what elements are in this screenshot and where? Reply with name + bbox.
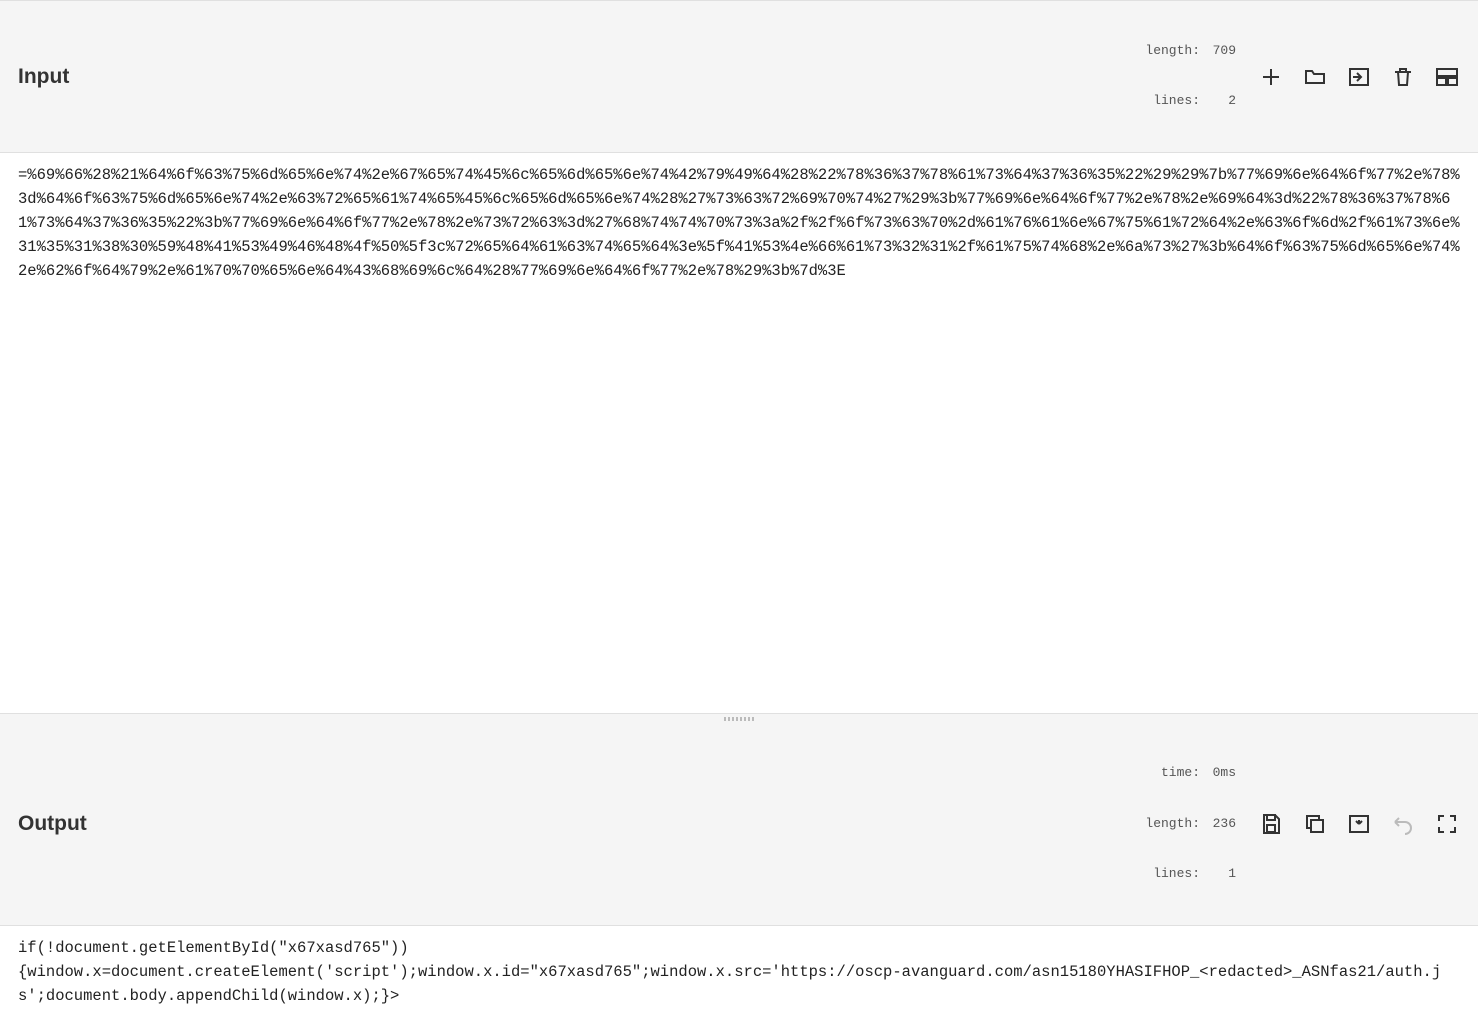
input-stats: length: 709 lines: 2	[1145, 9, 1236, 144]
pane-divider[interactable]	[0, 713, 1478, 723]
output-toolbar	[1258, 811, 1460, 837]
input-lines-value: 2	[1206, 93, 1236, 110]
input-length-value: 709	[1206, 43, 1236, 60]
maximise-output-button[interactable]	[1434, 811, 1460, 837]
output-stats: time: 0ms length: 236 lines: 1	[1145, 731, 1236, 917]
clear-io-button[interactable]	[1390, 64, 1416, 90]
output-title: Output	[18, 812, 87, 836]
input-text[interactable]: =%69%66%28%21%64%6f%63%75%6d%65%6e%74%2e…	[0, 153, 1478, 713]
input-header: Input length: 709 lines: 2	[0, 0, 1478, 153]
undo-button[interactable]	[1390, 811, 1416, 837]
output-text[interactable]: if(!document.getElementById("x67xasd765"…	[0, 926, 1478, 1024]
input-title: Input	[18, 65, 69, 89]
output-panel: Output time: 0ms length: 236 lines: 1	[0, 723, 1478, 1024]
output-lines-value: 1	[1206, 866, 1236, 883]
copy-output-button[interactable]	[1302, 811, 1328, 837]
new-tab-button[interactable]	[1258, 64, 1284, 90]
output-time-label: time:	[1161, 765, 1200, 782]
open-folder-button[interactable]	[1302, 64, 1328, 90]
output-length-value: 236	[1206, 816, 1236, 833]
output-length-label: length:	[1145, 816, 1200, 833]
output-header: Output time: 0ms length: 236 lines: 1	[0, 723, 1478, 926]
open-file-button[interactable]	[1346, 64, 1372, 90]
input-length-label: length:	[1145, 43, 1200, 60]
reset-layout-button[interactable]	[1434, 64, 1460, 90]
input-toolbar	[1258, 64, 1460, 90]
output-lines-label: lines:	[1153, 866, 1200, 883]
output-time-value: 0ms	[1206, 765, 1236, 782]
input-panel: Input length: 709 lines: 2	[0, 0, 1478, 713]
input-lines-label: lines:	[1153, 93, 1200, 110]
save-output-button[interactable]	[1258, 811, 1284, 837]
replace-input-button[interactable]	[1346, 811, 1372, 837]
